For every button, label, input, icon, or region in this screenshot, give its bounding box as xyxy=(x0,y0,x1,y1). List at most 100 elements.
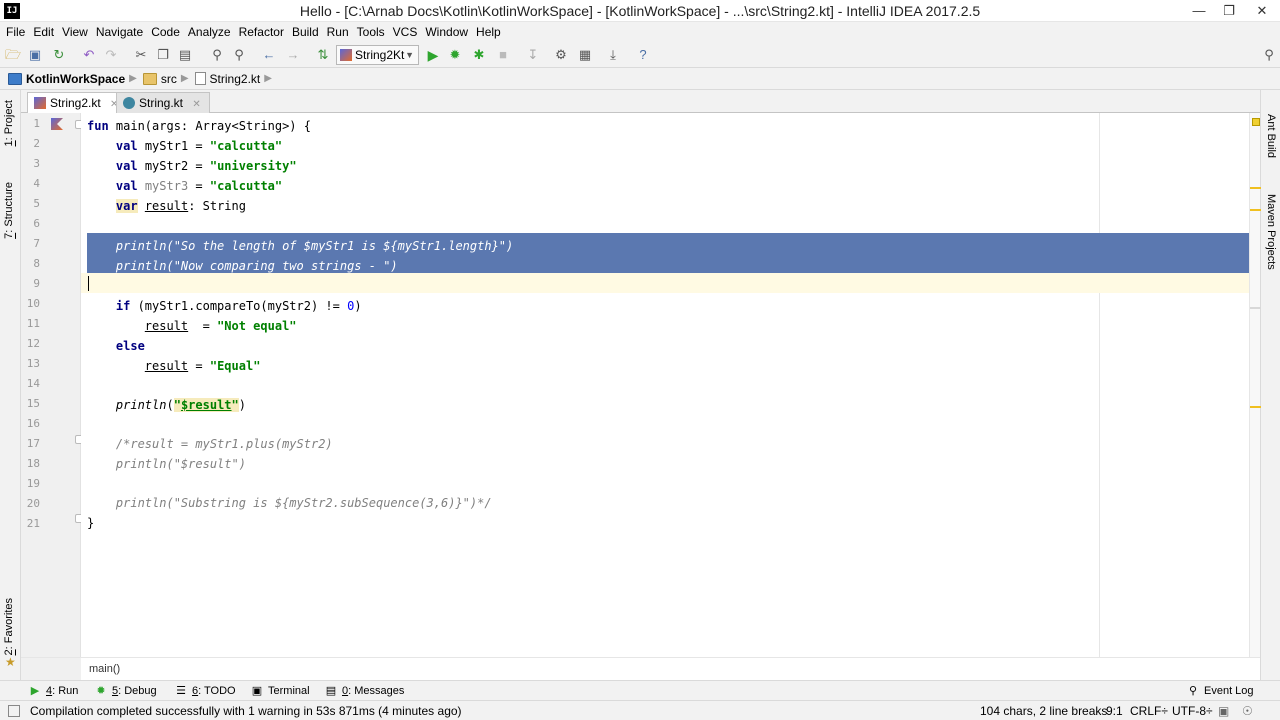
sdk-download-icon[interactable]: ⤓ xyxy=(604,46,622,64)
window-title: Hello - [C:\Arnab Docs\Kotlin\KotlinWork… xyxy=(299,3,981,19)
code-line: result = "Not equal" xyxy=(144,319,297,333)
event-log-button[interactable]: ⚲ Event Log xyxy=(1186,683,1254,699)
terminal-tool-button[interactable]: ▣ Terminal xyxy=(250,683,310,699)
event-log-icon: ⚲ xyxy=(1188,685,1198,697)
menu-edit[interactable]: Edit xyxy=(29,22,58,42)
menu-help[interactable]: Help xyxy=(472,22,505,42)
line-number: 2 xyxy=(33,137,40,150)
menu-window[interactable]: Window xyxy=(421,22,472,42)
caret-position[interactable]: 9:1 xyxy=(1106,703,1123,719)
breadcrumb-src-label: src xyxy=(160,71,177,86)
error-stripe[interactable] xyxy=(1249,113,1261,657)
code-line: } xyxy=(87,516,95,530)
folder-icon xyxy=(142,72,157,85)
ant-build-tool-tab[interactable]: Ant Build xyxy=(1265,114,1277,158)
build-project-icon[interactable]: ⇅ xyxy=(314,46,332,64)
stop-icon[interactable]: ■ xyxy=(494,46,512,64)
structure-tool-tab[interactable]: 7: Structure xyxy=(3,182,15,239)
code-line: println("Now comparing two strings - ") xyxy=(87,259,398,273)
right-tool-strip: Ant Build Maven Projects xyxy=(1260,90,1280,680)
menu-refactor[interactable]: Refactor xyxy=(235,22,288,42)
minimize-icon[interactable]: — xyxy=(1184,0,1214,22)
status-message[interactable]: Compilation completed successfully with … xyxy=(30,703,462,719)
redo-icon[interactable]: ↷ xyxy=(102,46,120,64)
editor-breadcrumb[interactable]: main() xyxy=(81,657,1260,680)
save-icon[interactable]: ▣ xyxy=(26,46,44,64)
replace-icon[interactable]: ⚲ xyxy=(230,46,248,64)
main-toolbar: 🗁 ▣ ↻ ↶ ↷ ✂ ❐ ▤ ⚲ ⚲ ← → ⇅ String2Kt ▼ ▶ … xyxy=(0,42,1280,68)
code-line: println("$result") xyxy=(87,457,246,471)
open-folder-icon[interactable]: 🗁 xyxy=(4,46,22,64)
line-number: 21 xyxy=(26,517,40,530)
tab-string2-kt[interactable]: String2.kt ✕ xyxy=(27,92,128,114)
menu-bar: File Edit View Navigate Code Analyze Ref… xyxy=(0,22,1280,42)
project-folder-icon xyxy=(8,72,22,85)
code-line: val myStr2 = "university" xyxy=(115,159,297,173)
vcs-update-icon[interactable]: ↧ xyxy=(524,46,542,64)
menu-code[interactable]: Code xyxy=(147,22,184,42)
warning-mark[interactable] xyxy=(1250,187,1261,189)
menu-tools[interactable]: Tools xyxy=(353,22,389,42)
settings-icon[interactable]: ⚙ xyxy=(552,46,570,64)
warning-mark[interactable] xyxy=(1250,209,1261,211)
menu-file[interactable]: File xyxy=(2,22,29,42)
warning-indicator-icon[interactable] xyxy=(1252,118,1260,126)
code-line: println("Substring is ${myStr2.subSequen… xyxy=(87,496,492,510)
menu-run[interactable]: Run xyxy=(323,22,353,42)
tab-label: String.kt xyxy=(139,96,184,110)
project-structure-icon[interactable]: ▦ xyxy=(576,46,594,64)
forward-icon[interactable]: → xyxy=(284,46,302,64)
sync-icon[interactable]: ↻ xyxy=(50,46,68,64)
menu-navigate[interactable]: Navigate xyxy=(92,22,147,42)
toggle-tool-windows-icon[interactable] xyxy=(8,705,20,717)
favorites-tool-tab[interactable]: 2: Favorites xyxy=(3,598,15,655)
code-line: fun main(args: Array<String>) { xyxy=(87,119,311,133)
run-icon[interactable]: ▶ xyxy=(424,46,442,64)
back-icon[interactable]: ← xyxy=(260,46,278,64)
cut-icon[interactable]: ✂ xyxy=(132,46,150,64)
maven-projects-tool-tab[interactable]: Maven Projects xyxy=(1265,194,1277,270)
code-line: println("So the length of $myStr1 is ${m… xyxy=(87,239,514,253)
undo-icon[interactable]: ↶ xyxy=(80,46,98,64)
gutter-footer xyxy=(21,657,81,680)
debug-tool-button[interactable]: ✹ 5: Debug xyxy=(94,683,156,699)
favorites-star-icon: ★ xyxy=(5,655,16,669)
help-icon[interactable]: ? xyxy=(634,46,652,64)
run-gutter-icon[interactable] xyxy=(51,118,63,130)
run-configuration-select[interactable]: String2Kt ▼ xyxy=(336,45,419,65)
close-tab-icon[interactable]: ✕ xyxy=(192,99,200,110)
encoding-select[interactable]: UTF-8÷ xyxy=(1172,703,1213,719)
info-mark[interactable] xyxy=(1250,307,1261,309)
text-caret xyxy=(88,276,89,291)
warning-mark[interactable] xyxy=(1250,406,1261,408)
code-editor[interactable]: fun main(args: Array<String>) { val mySt… xyxy=(81,113,1260,657)
debug-icon[interactable]: ✹ xyxy=(446,46,464,64)
editor-gutter[interactable]: 1 2 3 4 5 6 7 8 9 10 11 12 13 14 15 16 1… xyxy=(21,113,105,657)
close-icon[interactable]: ✕ xyxy=(1244,0,1280,22)
line-number: 10 xyxy=(26,297,40,310)
code-line: val myStr3 = "calcutta" xyxy=(115,179,283,193)
line-separator-select[interactable]: CRLF÷ xyxy=(1130,703,1168,719)
inspector-icon[interactable]: ☉ xyxy=(1242,703,1253,719)
line-number: 14 xyxy=(26,377,40,390)
paste-icon[interactable]: ▤ xyxy=(176,46,194,64)
copy-icon[interactable]: ❐ xyxy=(154,46,172,64)
breadcrumb-project[interactable]: KotlinWorkSpace ▶ xyxy=(8,70,143,88)
search-everywhere-icon[interactable]: ⚲ xyxy=(1260,46,1278,64)
messages-tool-button[interactable]: ▤ 0: Messages xyxy=(324,683,405,699)
lock-icon[interactable]: ▣ xyxy=(1218,703,1229,719)
run-tool-button[interactable]: ▶ 4: Run xyxy=(28,683,79,699)
line-number: 3 xyxy=(33,157,40,170)
maximize-icon[interactable]: ❐ xyxy=(1214,0,1244,22)
line-number: 15 xyxy=(26,397,40,410)
menu-build[interactable]: Build xyxy=(288,22,323,42)
breadcrumb-file[interactable]: String2.kt ▶ xyxy=(194,70,278,88)
breadcrumb-src[interactable]: src ▶ xyxy=(142,70,195,88)
tab-string-kt[interactable]: String.kt ✕ xyxy=(116,92,210,113)
menu-view[interactable]: View xyxy=(58,22,92,42)
menu-vcs[interactable]: VCS xyxy=(389,22,422,42)
menu-analyze[interactable]: Analyze xyxy=(184,22,235,42)
find-icon[interactable]: ⚲ xyxy=(208,46,226,64)
todo-tool-button[interactable]: ☰ 6: TODO xyxy=(174,683,236,699)
coverage-icon[interactable]: ✱ xyxy=(470,46,488,64)
